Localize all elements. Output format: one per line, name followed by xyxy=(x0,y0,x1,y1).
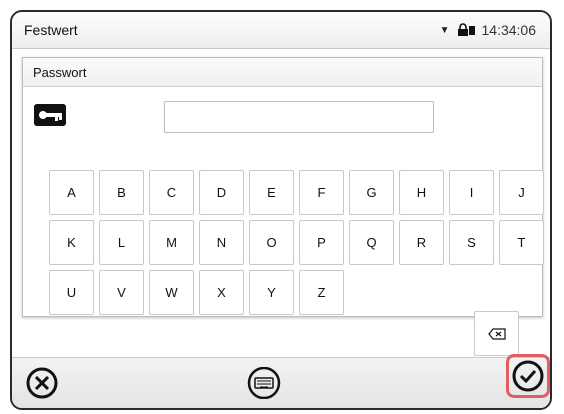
key-o[interactable]: O xyxy=(249,220,294,265)
key-a[interactable]: A xyxy=(49,170,94,215)
key-k[interactable]: K xyxy=(49,220,94,265)
backspace-button[interactable] xyxy=(474,311,519,356)
key-w[interactable]: W xyxy=(149,270,194,315)
lock-icon xyxy=(457,23,475,36)
key-i[interactable]: I xyxy=(449,170,494,215)
key-x[interactable]: X xyxy=(199,270,244,315)
key-icon xyxy=(34,104,66,126)
check-icon xyxy=(512,360,544,392)
key-s[interactable]: S xyxy=(449,220,494,265)
key-g[interactable]: G xyxy=(349,170,394,215)
password-dialog: Passwort ABCDEFGHIJ KLMNOPQRST UVWXYZ xyxy=(22,57,544,356)
confirm-button[interactable] xyxy=(506,354,550,398)
key-q[interactable]: Q xyxy=(349,220,394,265)
key-e[interactable]: E xyxy=(249,170,294,215)
dialog-header: Passwort xyxy=(23,58,542,87)
key-y[interactable]: Y xyxy=(249,270,294,315)
key-h[interactable]: H xyxy=(399,170,444,215)
bottom-bar xyxy=(12,354,550,408)
key-p[interactable]: P xyxy=(299,220,344,265)
key-v[interactable]: V xyxy=(99,270,144,315)
password-input[interactable] xyxy=(164,101,434,133)
status-title: Festwert xyxy=(24,22,78,38)
key-u[interactable]: U xyxy=(49,270,94,315)
key-l[interactable]: L xyxy=(99,220,144,265)
chevron-down-icon[interactable]: ▼ xyxy=(440,25,450,36)
key-d[interactable]: D xyxy=(199,170,244,215)
dialog-title: Passwort xyxy=(33,65,87,80)
key-f[interactable]: F xyxy=(299,170,344,215)
key-c[interactable]: C xyxy=(149,170,194,215)
status-right: ▼ 14:34:06 xyxy=(440,22,536,38)
keyboard-icon[interactable] xyxy=(246,367,282,399)
key-m[interactable]: M xyxy=(149,220,194,265)
cancel-icon[interactable] xyxy=(26,367,58,399)
status-time: 14:34:06 xyxy=(481,22,537,38)
key-b[interactable]: B xyxy=(99,170,144,215)
backspace-icon xyxy=(487,327,506,340)
key-t[interactable]: T xyxy=(499,220,544,265)
device-screen: Festwert ▼ 14:34:06 Passwort ABCDEFGHIJ K… xyxy=(10,10,552,410)
status-bar: Festwert ▼ 14:34:06 xyxy=(12,12,550,49)
key-r[interactable]: R xyxy=(399,220,444,265)
key-n[interactable]: N xyxy=(199,220,244,265)
key-j[interactable]: J xyxy=(499,170,544,215)
key-z[interactable]: Z xyxy=(299,270,344,315)
